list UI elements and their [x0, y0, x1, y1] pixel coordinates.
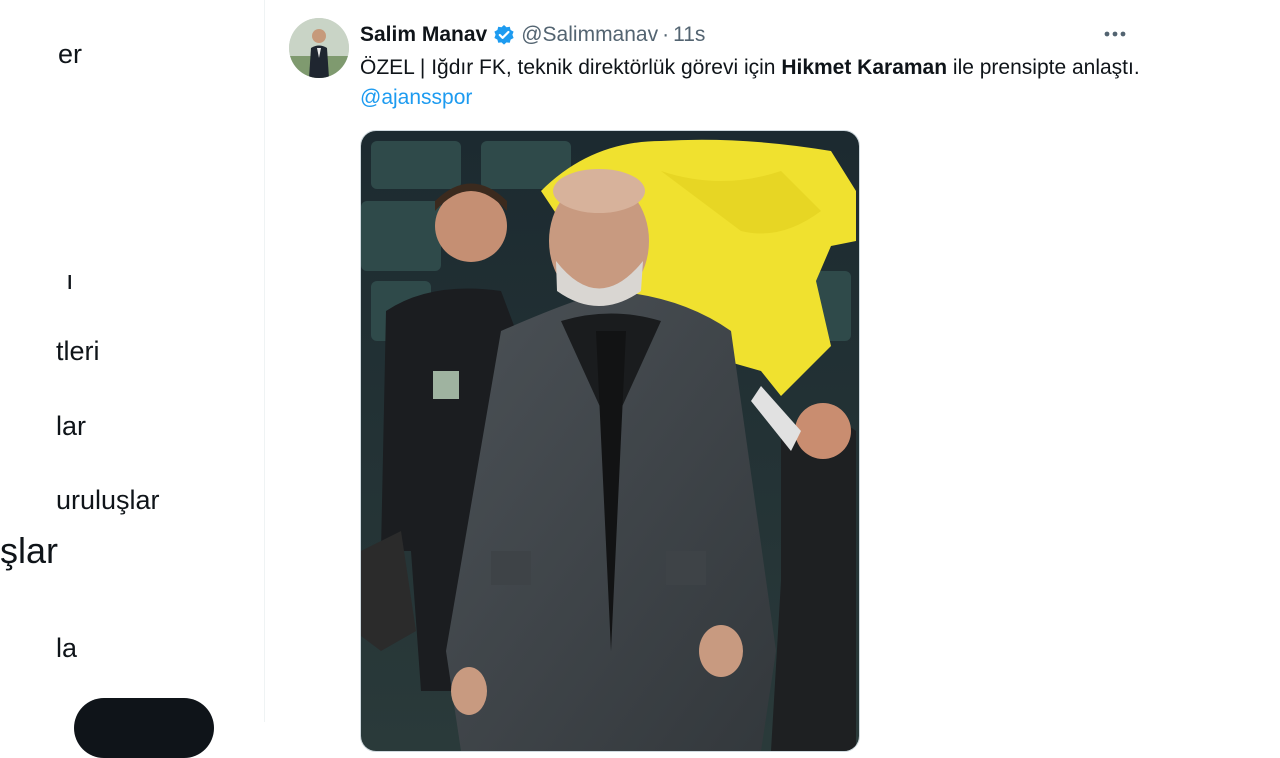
- sidebar-item-label: tleri: [56, 336, 100, 366]
- sidebar-item-label: ı: [66, 265, 74, 295]
- sidebar-item-label: er: [58, 39, 83, 69]
- tweet-timestamp[interactable]: 11s: [673, 23, 705, 47]
- tweet-header: Salim Manav @Salimmanav · 11s: [360, 20, 705, 50]
- sidebar-item-label: lar: [56, 411, 87, 441]
- tweet-photo[interactable]: [360, 130, 860, 752]
- avatar-image: [289, 18, 349, 78]
- verified-badge-icon: [493, 24, 515, 46]
- separator-dot: ·: [662, 23, 670, 46]
- tweet-text: ÖZEL | Iğdır FK, teknik direktörlük göre…: [360, 53, 1160, 113]
- sidebar-item-1[interactable]: er: [58, 38, 82, 70]
- sidebar-item-label: uruluşlar: [56, 485, 160, 515]
- post-button[interactable]: [74, 698, 214, 758]
- tweet: Salim Manav @Salimmanav · 11s ÖZEL | Iğd…: [266, 0, 1280, 752]
- sidebar-item-2[interactable]: ı: [66, 264, 74, 296]
- sidebar-item-label: la: [56, 633, 78, 663]
- more-horizontal-icon[interactable]: [1102, 22, 1130, 46]
- tweet-text-part1: ÖZEL | Iğdır FK, teknik direktörlük göre…: [360, 56, 782, 79]
- avatar[interactable]: [289, 18, 349, 78]
- sidebar-item-label: şlar: [0, 530, 59, 571]
- sidebar-item-5[interactable]: uruluşlar: [56, 484, 160, 516]
- author-handle[interactable]: @Salimmanav: [521, 23, 658, 47]
- author-name[interactable]: Salim Manav: [360, 23, 487, 47]
- sidebar-item-4[interactable]: lar: [56, 410, 86, 442]
- tweet-text-part2: ile prensipte anlaştı.: [947, 56, 1140, 79]
- sidebar-nav: er ı tleri lar uruluşlar şlar la: [0, 0, 265, 758]
- mention-link[interactable]: @ajansspor: [360, 86, 472, 109]
- sidebar-item-7[interactable]: la: [56, 632, 77, 664]
- sidebar-item-3[interactable]: tleri: [56, 335, 100, 367]
- sidebar-item-6[interactable]: şlar: [0, 530, 58, 572]
- tweet-text-bold: Hikmet Karaman: [781, 56, 948, 79]
- photo-illustration: [361, 131, 859, 751]
